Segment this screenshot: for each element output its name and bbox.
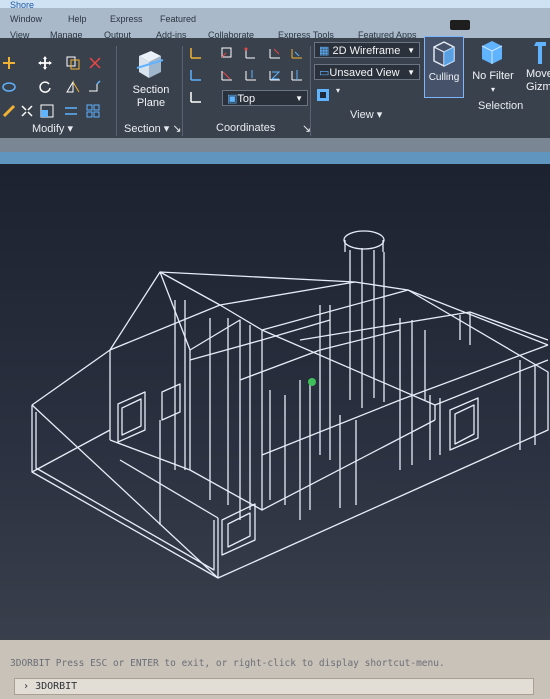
culling-label: Culling xyxy=(428,72,460,83)
section-title-label: Section xyxy=(124,123,161,135)
ucs-previous-icon[interactable] xyxy=(188,68,202,82)
file-tab-strip xyxy=(0,138,550,164)
ucs-combo-value: Top xyxy=(237,93,256,105)
chevron-down-icon[interactable]: ▾ xyxy=(336,86,340,95)
command-line-area: 3DORBIT Press ESC or ENTER to exit, or r… xyxy=(0,640,550,699)
copy-icon[interactable] xyxy=(66,56,80,70)
ucs-world-icon[interactable] xyxy=(290,46,304,60)
coordinates-title-label: Coordinates xyxy=(216,122,276,134)
tab-window[interactable]: Window xyxy=(10,14,42,24)
culling-cube-icon xyxy=(433,41,455,67)
section-plane-button[interactable]: Section Plane xyxy=(125,84,177,110)
erase-icon[interactable] xyxy=(2,104,16,118)
ucs-named-icon[interactable] xyxy=(188,90,202,104)
ribbon: Modify ▾ Section Plane Section ▾ ↘ ▣Top … xyxy=(0,36,550,138)
ucs-origin-icon[interactable] xyxy=(220,46,234,60)
wireframe-icon: ▦ xyxy=(319,45,330,57)
section-plane-icon[interactable] xyxy=(135,50,165,80)
ucs-view-icon[interactable] xyxy=(220,68,234,82)
ucs-top-icon: ▣ xyxy=(227,93,238,105)
array-icon[interactable] xyxy=(86,104,100,118)
chevron-down-icon: ▾ xyxy=(376,109,383,121)
chevron-down-icon: ▼ xyxy=(407,68,415,77)
visual-style-combo[interactable]: ▦ 2D Wireframe ▼ xyxy=(314,42,420,58)
tab-express[interactable]: Express xyxy=(110,14,143,24)
ucs-view-combo[interactable]: ▣Top ▼ xyxy=(222,90,308,106)
move-gizmo-button[interactable]: Move Gizmo xyxy=(526,68,550,94)
rotate-icon[interactable] xyxy=(2,80,16,94)
visual-style-value: 2D Wireframe xyxy=(332,45,401,57)
ucs-x-icon[interactable] xyxy=(268,46,282,60)
wireframe-house-drawing xyxy=(31,230,549,579)
chevron-down-icon: ▾ xyxy=(163,123,170,135)
section-panel-title[interactable]: Section ▾ ↘ xyxy=(124,122,182,135)
ucs-z-icon[interactable] xyxy=(268,68,282,82)
panel-separator xyxy=(310,46,311,136)
rotate-3d-icon[interactable] xyxy=(38,80,52,94)
view-panel-title[interactable]: View ▾ xyxy=(350,108,382,121)
modify-title-label: Modify xyxy=(32,123,65,135)
mirror-icon[interactable] xyxy=(66,80,80,94)
scale-icon[interactable] xyxy=(40,104,54,118)
chevron-down-icon: ▾ xyxy=(490,85,495,94)
view-title-label: View xyxy=(350,109,374,121)
tab-featured[interactable]: Featured xyxy=(160,14,196,24)
ucs-z-axis-icon[interactable] xyxy=(290,68,304,82)
no-filter-label: No Filter xyxy=(472,70,514,82)
move-gizmo-icon[interactable] xyxy=(530,38,550,66)
panel-separator xyxy=(116,46,117,136)
culling-button[interactable]: Culling xyxy=(424,36,464,98)
stretch-icon[interactable] xyxy=(88,80,102,94)
named-view-icon: ▭ xyxy=(319,67,330,79)
minimize-ribbon-button[interactable] xyxy=(450,20,470,30)
selection-panel-title: Selection xyxy=(478,100,524,112)
command-input-value: 3DORBIT xyxy=(35,681,78,692)
no-filter-button[interactable]: No Filter ▾ xyxy=(466,70,520,96)
coordinates-panel-title: Coordinates xyxy=(216,122,275,134)
file-tab-highlight xyxy=(0,152,550,164)
named-view-combo[interactable]: ▭Unsaved View ▼ xyxy=(314,64,420,80)
move-icon[interactable] xyxy=(2,56,16,70)
panel-separator xyxy=(182,46,183,136)
chevron-down-icon: ▾ xyxy=(67,123,73,135)
modify-panel-title[interactable]: Modify ▾ xyxy=(32,122,73,135)
drawing-viewport[interactable] xyxy=(0,164,550,640)
ucs-3point-icon[interactable] xyxy=(244,46,258,60)
command-prompt-icon: › xyxy=(23,681,30,692)
explode-icon[interactable] xyxy=(20,104,34,118)
chevron-down-icon: ▼ xyxy=(407,46,415,55)
trim-icon[interactable] xyxy=(88,56,102,70)
viewport-config-icon[interactable] xyxy=(316,88,330,102)
ribbon-tab-bar: Window Help Express Featured View Manage… xyxy=(0,8,550,42)
ucs-icon[interactable] xyxy=(188,46,202,60)
ucs-y-icon[interactable] xyxy=(244,68,258,82)
panel-launcher-icon: ↘ xyxy=(172,123,182,135)
offset-icon[interactable] xyxy=(64,104,78,118)
tab-help[interactable]: Help xyxy=(68,14,87,24)
command-history-message: 3DORBIT Press ESC or ENTER to exit, or r… xyxy=(10,658,445,669)
command-input[interactable]: › 3DORBIT xyxy=(14,678,534,695)
chevron-down-icon: ▼ xyxy=(295,94,303,103)
no-filter-cube-icon[interactable] xyxy=(478,38,506,66)
orbit-target-icon xyxy=(308,378,316,386)
move-arrows-icon[interactable] xyxy=(38,56,52,70)
named-view-value: Unsaved View xyxy=(329,67,400,79)
